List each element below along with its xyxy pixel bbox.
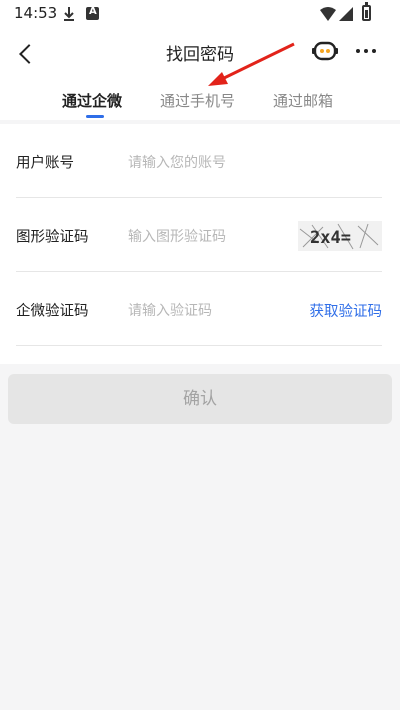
status-time: 14:53 [14,4,58,22]
tab-email[interactable]: 通过邮箱 [273,90,333,111]
captcha-text: 2x4= [310,228,351,248]
username-row: 用户账号 [16,124,382,198]
captcha-input[interactable] [128,226,288,248]
wecom-code-row: 企微验证码 获取验证码 [16,272,382,346]
more-options-icon[interactable] [352,40,380,62]
wifi-icon [320,7,336,21]
captcha-image[interactable]: 2x4= [298,221,382,251]
confirm-button[interactable]: 确认 [8,374,392,424]
tab-wecom[interactable]: 通过企微 [62,90,122,111]
recovery-form: 用户账号 图形验证码 2x4= 企微验证码 获取验证码 [0,124,400,364]
captcha-label: 图形验证码 [16,229,89,246]
page-title: 找回密码 [166,45,234,65]
nav-bar: 找回密码 [0,28,400,76]
top-section: 14:53 找回密码 通过企微 通过手机号 通过邮箱 [0,0,400,120]
wecom-code-input[interactable] [128,300,288,322]
captcha-row: 图形验证码 2x4= [16,198,382,272]
get-code-button[interactable]: 获取验证码 [310,300,383,321]
signal-icon [339,7,353,21]
robot-assistant-icon[interactable] [312,40,338,62]
username-label: 用户账号 [16,155,74,172]
download-icon [64,7,74,21]
username-input[interactable] [128,152,288,174]
tab-bar: 通过企微 通过手机号 通过邮箱 [0,80,400,120]
active-tab-indicator [86,115,104,118]
tab-phone[interactable]: 通过手机号 [160,90,235,111]
app-notification-icon [86,6,99,20]
status-bar: 14:53 [0,0,400,28]
wecom-code-label: 企微验证码 [16,303,89,320]
battery-icon [362,2,371,21]
